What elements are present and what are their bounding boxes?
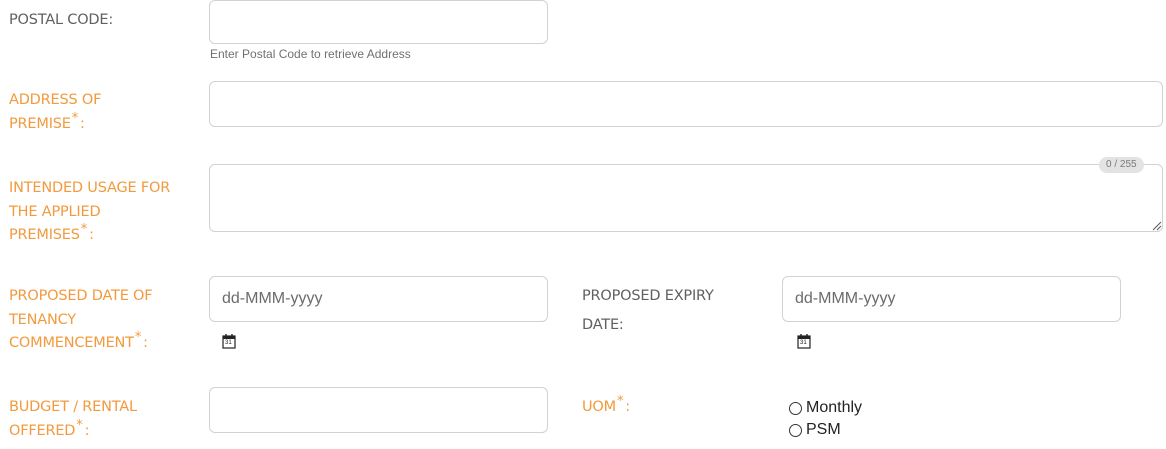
uom-radio-group: Monthly PSM bbox=[789, 397, 862, 441]
required-asterisk: * bbox=[80, 222, 88, 237]
required-asterisk: * bbox=[134, 330, 142, 345]
postal-code-input[interactable] bbox=[209, 0, 548, 44]
budget-label: BUDGET / RENTAL OFFERED*: bbox=[9, 399, 137, 439]
radio-button[interactable] bbox=[789, 423, 802, 437]
uom-option-label: PSM bbox=[806, 421, 841, 438]
uom-option-label: Monthly bbox=[806, 399, 863, 416]
uom-option-psm[interactable]: PSM bbox=[789, 419, 862, 441]
calendar-icon[interactable]: 31 bbox=[222, 333, 236, 349]
intended-usage-textarea[interactable] bbox=[209, 164, 1163, 232]
calendar-icon[interactable]: 31 bbox=[797, 333, 811, 349]
uom-option-monthly[interactable]: Monthly bbox=[789, 397, 862, 419]
address-input[interactable] bbox=[209, 81, 1163, 127]
budget-input[interactable] bbox=[209, 387, 548, 433]
required-asterisk: * bbox=[71, 110, 79, 126]
calendar-day-label: 31 bbox=[225, 340, 232, 346]
required-asterisk: * bbox=[616, 394, 624, 409]
address-label: ADDRESS OF PREMISE*: bbox=[9, 92, 102, 132]
expiry-date-input[interactable] bbox=[782, 276, 1121, 322]
tenancy-commencement-label: PROPOSED DATE OF TENANCY COMMENCEMENT*: bbox=[9, 288, 153, 351]
expiry-date-label: PROPOSED EXPIRY DATE: bbox=[582, 288, 714, 333]
postal-code-label: POSTAL CODE: bbox=[9, 12, 114, 28]
postal-code-hint: Enter Postal Code to retrieve Address bbox=[210, 47, 411, 61]
intended-usage-label: INTENDED USAGE FOR THE APPLIED PREMISES*… bbox=[9, 180, 171, 243]
calendar-day-label: 31 bbox=[800, 340, 807, 346]
resize-handle-icon[interactable] bbox=[1152, 221, 1162, 231]
uom-label: UOM*: bbox=[582, 394, 630, 415]
required-asterisk: * bbox=[76, 417, 83, 433]
radio-button[interactable] bbox=[789, 401, 802, 415]
character-counter: 0 / 255 bbox=[1099, 157, 1144, 173]
tenancy-commencement-date-input[interactable] bbox=[209, 276, 548, 322]
